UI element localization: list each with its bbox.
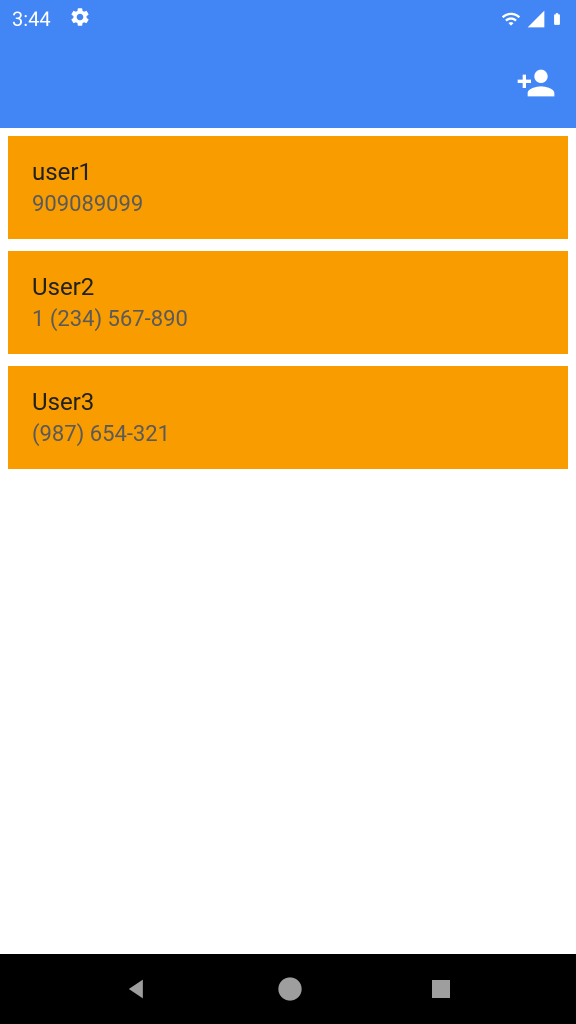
contact-phone: 1 (234) 567-890 [32,307,544,332]
status-bar: 3:44 [0,0,576,38]
contact-name: User2 [32,273,544,301]
contacts-list: user1 909089099 User2 1 (234) 567-890 Us… [0,128,576,489]
status-left: 3:44 [12,6,91,33]
app-bar [0,38,576,128]
contact-phone: (987) 654-321 [32,422,544,447]
contact-phone: 909089099 [32,192,544,217]
battery-icon [550,8,564,30]
wifi-icon [500,9,522,29]
contact-name: User3 [32,388,544,416]
back-button[interactable] [123,975,151,1003]
add-contact-button[interactable] [516,63,556,103]
list-item[interactable]: User2 1 (234) 567-890 [8,251,568,354]
contact-name: user1 [32,158,544,186]
list-item[interactable]: user1 909089099 [8,136,568,239]
status-right [500,8,564,30]
recent-apps-button[interactable] [429,977,453,1001]
gear-icon [69,6,91,33]
list-item[interactable]: User3 (987) 654-321 [8,366,568,469]
navigation-bar [0,954,576,1024]
status-time: 3:44 [12,7,51,31]
signal-icon [526,9,546,29]
home-button[interactable] [276,975,304,1003]
